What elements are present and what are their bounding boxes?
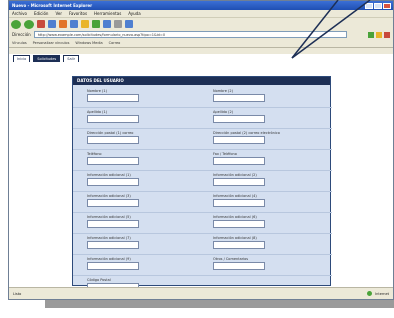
form-field: Dirección postal (1) correo <box>87 131 147 144</box>
print-icon[interactable] <box>114 20 122 28</box>
links-bar: Vínculos Personalizar vínculos Windows M… <box>9 39 393 48</box>
field-input[interactable] <box>87 220 139 228</box>
history-icon[interactable] <box>92 20 100 28</box>
form-field: Información adicional (5) <box>87 215 147 228</box>
form-field: Información adicional (1) <box>87 173 147 186</box>
form-field: Fax / Teléfono <box>213 152 273 165</box>
links-item[interactable]: Correo <box>109 41 121 45</box>
window-title: Nuevo - Microsoft Internet Explorer <box>12 3 93 8</box>
field-input[interactable] <box>213 136 265 144</box>
form-field: Información adicional (9) <box>87 257 147 270</box>
field-input[interactable] <box>87 199 139 207</box>
tools-icon[interactable] <box>384 31 390 38</box>
form-field: Información adicional (4) <box>213 194 273 207</box>
field-input[interactable] <box>213 115 265 123</box>
tab-requests[interactable]: Solicitudes <box>33 55 61 62</box>
browser-window: Nuevo - Microsoft Internet Explorer Arch… <box>8 0 394 300</box>
refresh-icon[interactable] <box>48 20 56 28</box>
form-field: Apellido (1) <box>87 110 147 123</box>
field-input[interactable] <box>87 94 139 102</box>
field-input[interactable] <box>87 157 139 165</box>
links-icon[interactable] <box>376 31 382 38</box>
row-divider <box>73 191 332 192</box>
field-input[interactable] <box>213 262 265 270</box>
field-input[interactable] <box>213 199 265 207</box>
row-divider <box>73 107 332 108</box>
toolbar <box>9 17 393 30</box>
favorites-icon[interactable] <box>81 20 89 28</box>
menu-item-help[interactable]: Ayuda <box>128 11 140 16</box>
form-header: DATOS DEL USUARIO <box>73 77 330 85</box>
field-input[interactable] <box>87 136 139 144</box>
zone-icon <box>367 291 373 296</box>
forward-button-icon[interactable] <box>24 19 34 29</box>
row-divider <box>73 149 332 150</box>
status-zone: Internet <box>375 291 389 296</box>
row-divider <box>73 170 332 171</box>
field-input[interactable] <box>213 241 265 249</box>
stop-icon[interactable] <box>37 20 45 28</box>
field-input[interactable] <box>87 241 139 249</box>
row-divider <box>73 128 332 129</box>
menu-bar: Archivo Edición Ver Favoritos Herramient… <box>9 10 393 17</box>
menu-item-view[interactable]: Ver <box>55 11 62 16</box>
links-item[interactable]: Personalizar vínculos <box>33 41 70 45</box>
window-shadow <box>45 300 394 308</box>
status-bar: Listo Internet <box>9 287 393 299</box>
edit-icon[interactable] <box>125 20 133 28</box>
form-grid: Nombre (1) Nombre (2) Apellido (1) Apellido… <box>73 85 332 291</box>
field-input[interactable] <box>213 220 265 228</box>
address-bar: Dirección http://www.example.com/solicit… <box>9 30 393 39</box>
form-field: Información adicional (3) <box>87 194 147 207</box>
row-divider <box>73 275 332 276</box>
address-input[interactable]: http://www.example.com/solicitudes/formu… <box>33 31 347 38</box>
close-button[interactable] <box>383 2 391 9</box>
form-field: Información adicional (2) <box>213 173 273 186</box>
form-field: Nombre (1) <box>87 89 147 102</box>
row-divider <box>73 212 332 213</box>
menu-item-file[interactable]: Archivo <box>12 11 27 16</box>
form-field: Apellido (2) <box>213 110 273 123</box>
form-field: Nombre (2) <box>213 89 273 102</box>
field-input[interactable] <box>87 115 139 123</box>
form-field: Información adicional (7) <box>87 236 147 249</box>
field-input[interactable] <box>213 157 265 165</box>
minimize-button[interactable] <box>365 2 373 9</box>
page-content: DATOS DEL USUARIO Nombre (1) Nombre (2) Ap… <box>9 62 393 291</box>
tab-exit[interactable]: Salir <box>63 55 80 62</box>
form-field: Dirección postal (2) correo electrónico <box>213 131 280 144</box>
address-label: Dirección <box>12 32 31 37</box>
search-icon[interactable] <box>70 20 78 28</box>
menu-item-favorites[interactable]: Favoritos <box>69 11 87 16</box>
menu-item-tools[interactable]: Herramientas <box>94 11 121 16</box>
form-field: Otros / Comentarios <box>213 257 273 270</box>
form-panel: DATOS DEL USUARIO Nombre (1) Nombre (2) Ap… <box>72 76 332 291</box>
status-text: Listo <box>13 291 22 296</box>
row-divider <box>73 254 332 255</box>
form-field: Información adicional (8) <box>213 236 273 249</box>
form-field: Información adicional (6) <box>213 215 273 228</box>
page-tabs: Inicio Solicitudes Salir <box>9 54 393 62</box>
field-input[interactable] <box>213 178 265 186</box>
tab-home[interactable]: Inicio <box>13 55 31 62</box>
home-icon[interactable] <box>59 20 67 28</box>
form-field: Teléfono <box>87 152 147 165</box>
mail-icon[interactable] <box>103 20 111 28</box>
menu-item-edit[interactable]: Edición <box>34 11 48 16</box>
row-divider <box>73 233 332 234</box>
back-button-icon[interactable] <box>11 19 21 29</box>
field-input[interactable] <box>87 262 139 270</box>
field-input[interactable] <box>87 178 139 186</box>
title-bar: Nuevo - Microsoft Internet Explorer <box>9 1 393 10</box>
links-item[interactable]: Windows Media <box>75 41 102 45</box>
maximize-button[interactable] <box>374 2 382 9</box>
field-input[interactable] <box>213 94 265 102</box>
go-icon[interactable] <box>368 31 374 38</box>
links-item[interactable]: Vínculos <box>12 41 27 45</box>
